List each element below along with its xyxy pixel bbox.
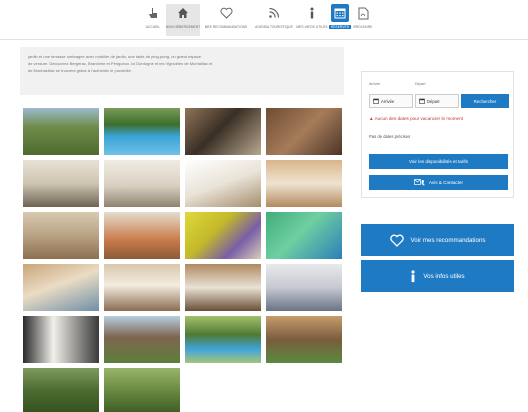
recommendations-button-label: Voir mes recommandations	[410, 236, 486, 244]
home-icon	[175, 4, 191, 22]
warning-text: Aucun des dates pour vacancier le moment	[374, 116, 463, 121]
photo-thumbnail[interactable]	[104, 264, 180, 311]
departure-label: Départ	[415, 82, 426, 86]
property-description: jardin et une terrasse ombragée avec mob…	[20, 47, 344, 95]
envelope-phone-icon	[414, 178, 425, 187]
availability-button[interactable]: Voir les disponibilités et tarifs	[369, 154, 508, 169]
description-line: jardin et une terrasse ombragée avec mob…	[28, 54, 201, 59]
booking-panel: Arrivée Départ Arrivée Départ Rechercher…	[361, 71, 514, 198]
nav-item-agenda-touristique[interactable]: Agenda touristique	[252, 4, 296, 36]
description-line: de verdure. Découvrez Bergerac, Brantôme…	[28, 61, 213, 66]
nav-label: Réserver	[328, 25, 352, 29]
useful-info-button[interactable]: Vos infos utiles	[361, 260, 514, 292]
photo-thumbnail[interactable]	[185, 316, 261, 363]
photo-thumbnail[interactable]	[266, 316, 342, 363]
photo-thumbnail[interactable]	[185, 212, 261, 259]
description-line: de Monbazillac se trouvent grâce à l’aut…	[28, 68, 132, 73]
nav-label: Accueil	[145, 25, 161, 29]
nav-item-mes-infos-utiles[interactable]: Mes infos utiles	[296, 4, 328, 36]
photo-thumbnail[interactable]	[185, 108, 261, 155]
nav-label: Brochure	[353, 25, 373, 29]
photo-thumbnail[interactable]	[23, 212, 99, 259]
recommendations-button[interactable]: Voir mes recommandations	[361, 224, 514, 256]
nav-label: Agenda touristique	[255, 25, 293, 29]
arrival-date-value: Arrivée	[381, 98, 395, 104]
photo-thumbnail[interactable]	[23, 368, 99, 412]
warning-icon: ▲	[369, 116, 374, 121]
nav-items: Accueil Mon hébergement Mes recommandati…	[140, 4, 374, 36]
nav-label: Mes infos utiles	[296, 25, 328, 29]
info-icon	[304, 4, 320, 22]
photo-thumbnail[interactable]	[104, 108, 180, 155]
photo-thumbnail[interactable]	[266, 264, 342, 311]
contact-button[interactable]: Avis & Contacter	[369, 175, 508, 190]
nav-item-reserver[interactable]: Réserver	[328, 4, 352, 36]
nav-item-mon-hebergement[interactable]: Mon hébergement	[166, 4, 200, 36]
photo-thumbnail[interactable]	[266, 108, 342, 155]
arrival-label: Arrivée	[369, 82, 381, 86]
heart-icon	[218, 4, 234, 22]
nav-label: Mon hébergement	[165, 25, 201, 29]
nav-item-brochure[interactable]: Brochure	[352, 4, 374, 36]
top-navigation: Accueil Mon hébergement Mes recommandati…	[0, 0, 528, 40]
search-button[interactable]: Rechercher	[461, 94, 509, 108]
arrival-date-input[interactable]: Arrivée	[369, 94, 413, 108]
nav-item-mes-recommandations[interactable]: Mes recommandations	[200, 4, 252, 36]
calendar-icon	[419, 98, 425, 105]
departure-date-value: Départ	[427, 98, 440, 104]
info-icon	[410, 269, 416, 283]
no-price-text: Pas de dates précises	[369, 134, 411, 139]
photo-thumbnail[interactable]	[104, 316, 180, 363]
photo-thumbnail[interactable]	[23, 264, 99, 311]
availability-warning: ▲ Aucun des dates pour vacancier le mome…	[369, 115, 509, 122]
photo-thumbnail[interactable]	[266, 160, 342, 207]
calendar-icon	[331, 4, 349, 22]
nav-label: Mes recommandations	[204, 25, 248, 29]
photo-thumbnail[interactable]	[104, 368, 180, 412]
calendar-icon	[373, 98, 379, 105]
photo-thumbnail[interactable]	[266, 212, 342, 259]
useful-info-button-label: Vos infos utiles	[423, 272, 465, 280]
photo-thumbnail[interactable]	[104, 212, 180, 259]
availability-button-label: Voir les disponibilités et tarifs	[409, 159, 468, 164]
pdf-icon	[355, 4, 371, 22]
photo-thumbnail[interactable]	[23, 160, 99, 207]
photo-thumbnail[interactable]	[185, 160, 261, 207]
heart-icon	[389, 234, 404, 247]
rss-icon	[266, 4, 282, 22]
photo-thumbnail[interactable]	[185, 264, 261, 311]
hand-pointer-icon	[145, 4, 161, 22]
photo-thumbnail[interactable]	[23, 108, 99, 155]
departure-date-input[interactable]: Départ	[415, 94, 459, 108]
photo-thumbnail[interactable]	[104, 160, 180, 207]
contact-button-label: Avis & Contacter	[428, 180, 464, 185]
photo-thumbnail[interactable]	[23, 316, 99, 363]
nav-item-accueil[interactable]: Accueil	[140, 4, 166, 36]
